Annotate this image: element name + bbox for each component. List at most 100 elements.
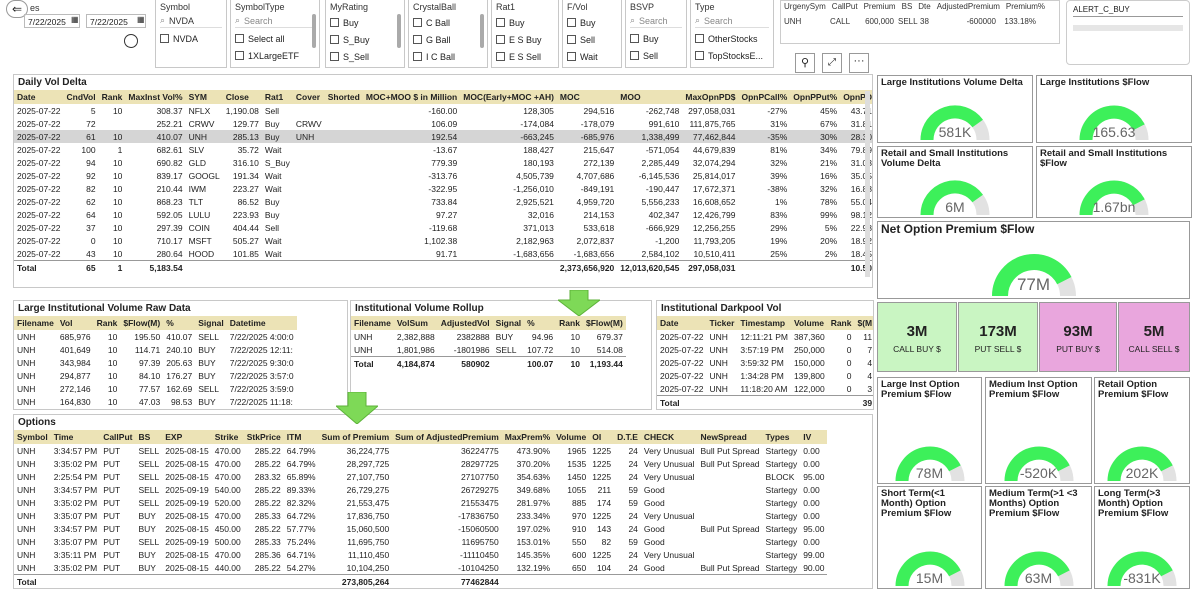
table-row[interactable]: 2025-07-22 37 10 297.39 COIN 404.44 Sell -119.6…: [14, 221, 872, 234]
col-header[interactable]: %: [163, 316, 196, 330]
table-row[interactable]: UNH 3:35:02 PM PUT SELL 2025-09-19 520.00 285.…: [14, 496, 827, 509]
checkbox-item[interactable]: G Ball: [413, 31, 483, 48]
checkbox-item[interactable]: NVDA: [160, 30, 222, 47]
col-header[interactable]: Date: [14, 90, 64, 104]
filter-icon[interactable]: ⚲: [795, 53, 815, 73]
col-header[interactable]: Rank: [556, 316, 583, 330]
col-header[interactable]: SYM: [185, 90, 223, 104]
col-header[interactable]: Signal: [492, 316, 525, 330]
col-header[interactable]: Signal: [195, 316, 227, 330]
col-header[interactable]: $Flow(M): [120, 316, 164, 330]
checkbox-item[interactable]: Wait: [567, 48, 617, 65]
col-header[interactable]: Shorted: [324, 90, 363, 104]
col-header[interactable]: Cover: [292, 90, 325, 104]
col-header[interactable]: Date: [657, 316, 707, 330]
table-row[interactable]: UNH 272,146 10 77.57 162.69 SELL 7/22/2025 3:5…: [14, 382, 297, 395]
table-row[interactable]: 2025-07-22 100 1 682.61 SLV 35.72 Wait -13.67 18…: [14, 143, 872, 156]
gauge-card[interactable]: Short Term(<1 Month) Option Premium $Flo…: [877, 486, 982, 589]
col-header[interactable]: VolSum: [393, 316, 438, 330]
table-row[interactable]: UNH 3:34:57 PM PUT SELL 2025-08-15 470.00 285.…: [14, 444, 827, 457]
gauge-card[interactable]: Large Institutions $Flow 165.63: [1036, 75, 1192, 143]
table-row[interactable]: 2025-07-22 94 10 690.82 GLD 316.10 S_Buy 779.39…: [14, 156, 872, 169]
col-header[interactable]: $(M: [854, 316, 873, 330]
table-row[interactable]: 2025-07-22 UNH 3:57:19 PM 250,000 0 7: [657, 343, 873, 356]
checkbox-item[interactable]: S_Sell: [330, 48, 400, 65]
search-box[interactable]: ⌕ Search: [235, 14, 315, 28]
table-row[interactable]: UNH 3:34:57 PM PUT SELL 2025-09-19 540.00 285.…: [14, 483, 827, 496]
table-row[interactable]: UNH 1,801,986 -1801986 SELL 107.72 10 514.08: [351, 343, 626, 357]
col-header[interactable]: AdjustedVol: [437, 316, 493, 330]
col-header[interactable]: MOC(Early+MOC +AH): [460, 90, 557, 104]
symboltype-slicer[interactable]: SymbolType ⌕ Search Select all 1XLargeETF: [230, 0, 320, 68]
table-row[interactable]: 2025-07-22 61 10 410.07 UNH 285.13 Buy UNH 192.5…: [14, 130, 872, 143]
table-row[interactable]: 2025-07-22 72 252.21 CRWV 129.77 Buy CRWV 106.0…: [14, 117, 872, 130]
table-row[interactable]: UNH 685,976 10 195.50 410.07 SELL 7/22/2025 4:…: [14, 330, 297, 343]
checkbox-item[interactable]: Select all: [235, 30, 315, 47]
col-header[interactable]: Vol: [56, 316, 94, 330]
calendar-icon[interactable]: ▦: [137, 15, 145, 24]
scrollbar[interactable]: [865, 91, 870, 277]
col-header[interactable]: Volume: [790, 316, 828, 330]
fvol-slicer[interactable]: F/Vol Buy Sell Wait: [562, 0, 622, 68]
scrollbar[interactable]: [312, 14, 316, 48]
gauge-card[interactable]: Medium Inst Option Premium $Flow -520K: [985, 377, 1092, 484]
table-row[interactable]: 2025-07-22 92 10 839.17 GOOGL 191.34 Wait -313.…: [14, 169, 872, 182]
table-row[interactable]: UNH 3:34:57 PM PUT BUY 2025-08-15 450.00 285.2…: [14, 522, 827, 535]
checkbox-item[interactable]: 1XLargeETF: [235, 47, 315, 64]
kpi-call-buy[interactable]: 3M CALL BUY $: [877, 302, 957, 372]
checkbox-item[interactable]: Buy: [567, 14, 617, 31]
checkbox-item[interactable]: E S Buy: [496, 31, 554, 48]
table-row[interactable]: UNH 2,382,888 2382888 BUY 94.96 10 679.37: [351, 330, 626, 343]
col-header[interactable]: IV: [800, 430, 828, 444]
table-row[interactable]: 2025-07-22 43 10 280.64 HOOD 101.85 Wait 91.71 -…: [14, 247, 872, 261]
col-header[interactable]: Datetime: [226, 316, 297, 330]
table-row[interactable]: 2025-07-22 5 10 308.37 NFLX 1,190.08 Sell -160.…: [14, 104, 872, 117]
gauge-card[interactable]: Retail Option Premium $Flow 202K: [1094, 377, 1190, 484]
gauge-card[interactable]: Retail and Small Institutions $Flow 1.67…: [1036, 146, 1192, 218]
col-header[interactable]: OpnPCall%: [738, 90, 791, 104]
table-row[interactable]: 2025-07-22 0 10 710.17 MSFT 505.27 Wait 1,102.3…: [14, 234, 872, 247]
gauge-card[interactable]: Large Institutions Volume Delta 581K: [877, 75, 1033, 143]
table-row[interactable]: UNH 2:25:54 PM PUT SELL 2025-08-15 470.00 283.…: [14, 470, 827, 483]
col-header[interactable]: Sum of Premium: [318, 430, 393, 444]
table-row[interactable]: UNH 3:35:02 PM PUT SELL 2025-08-15 470.00 285.…: [14, 457, 827, 470]
kpi-put-sell[interactable]: 173M PUT SELL $: [958, 302, 1038, 372]
more-options-icon[interactable]: ···: [849, 53, 869, 73]
col-header[interactable]: Sum of AdjustedPremium: [392, 430, 502, 444]
col-header[interactable]: CndVol: [63, 90, 99, 104]
col-header[interactable]: %: [524, 316, 557, 330]
col-header[interactable]: ITM: [283, 430, 319, 444]
table-row[interactable]: UNH 3:35:07 PM PUT SELL 2025-09-19 500.00 285.…: [14, 535, 827, 548]
alert-box[interactable]: ALERT_C_BUY: [1066, 0, 1190, 65]
table-row[interactable]: 2025-07-22 82 10 210.44 IWM 223.27 Wait -322.95…: [14, 182, 872, 195]
search-box[interactable]: ⌕ Search: [695, 14, 769, 28]
focus-mode-icon[interactable]: ⤢: [822, 53, 842, 73]
gauge-card[interactable]: Long Term(>3 Month) Option Premium $Flow…: [1094, 486, 1190, 589]
table-row[interactable]: UNH 294,877 10 84.10 176.27 BUY 7/22/2025 3:57…: [14, 369, 297, 382]
col-header[interactable]: BS: [135, 430, 163, 444]
checkbox-item[interactable]: I C Ball: [413, 48, 483, 65]
col-header[interactable]: Timestamp: [737, 316, 791, 330]
col-header[interactable]: Symbol: [14, 430, 51, 444]
checkbox-item[interactable]: Sell: [630, 47, 682, 64]
table-row[interactable]: 2025-07-22 UNH 11:18:20 AM 122,000 0 3: [657, 382, 873, 396]
checkbox-item[interactable]: Sell: [567, 31, 617, 48]
table-row[interactable]: 2025-07-22 64 10 592.05 LULU 223.93 Buy 97.27 32…: [14, 208, 872, 221]
col-header[interactable]: Ticker: [706, 316, 738, 330]
table-row[interactable]: UNH 343,984 10 97.39 205.63 BUY 7/22/2025 9:30…: [14, 356, 297, 369]
col-header[interactable]: OpnPPut%: [790, 90, 841, 104]
checkbox-item[interactable]: Buy: [496, 14, 554, 31]
col-header[interactable]: Rat1: [261, 90, 293, 104]
table-row[interactable]: UNH 164,830 10 47.03 98.53 BUY 7/22/2025 11:18…: [14, 395, 297, 408]
col-header[interactable]: EXP: [162, 430, 212, 444]
bsvp-slicer[interactable]: BSVP ⌕ Search Buy Sell: [625, 0, 687, 68]
checkbox-item[interactable]: C Ball: [413, 14, 483, 31]
myrating-slicer[interactable]: MyRating Buy S_Buy S_Sell: [325, 0, 405, 68]
col-header[interactable]: Filename: [351, 316, 394, 330]
col-header[interactable]: OI: [589, 430, 615, 444]
table-row[interactable]: 2025-07-22 UNH 12:11:21 PM 387,360 0 11: [657, 330, 873, 343]
table-row[interactable]: 2025-07-22 UNH 1:34:28 PM 139,800 0 4: [657, 369, 873, 382]
table-row[interactable]: UNH 3:35:02 PM PUT BUY 2025-08-15 440.00 285.2…: [14, 561, 827, 575]
calendar-icon[interactable]: ▦: [71, 15, 79, 24]
crystalball-slicer[interactable]: CrystalBall C Ball G Ball I C Ball: [408, 0, 488, 68]
